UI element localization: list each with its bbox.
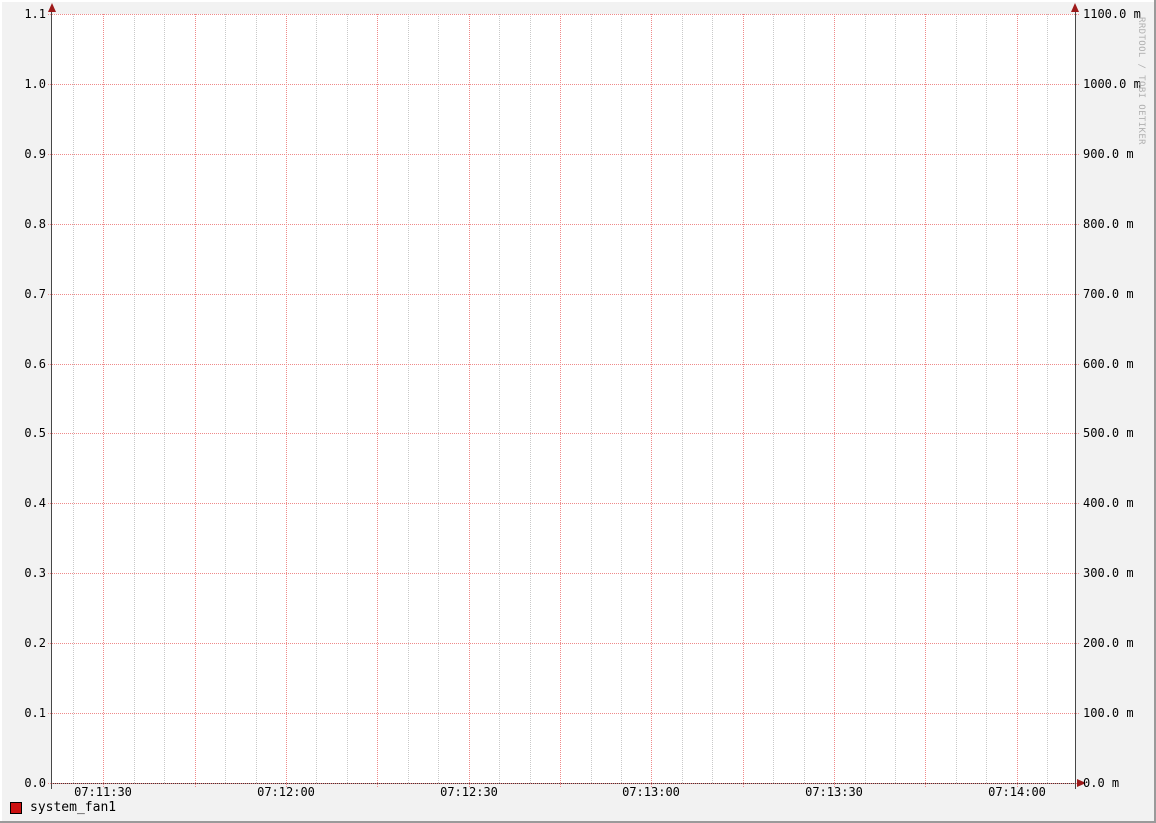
y-axis-left-tick-label: 0.0: [24, 776, 46, 790]
grid-vline-major: [925, 14, 926, 787]
grid-vline-minor: [773, 14, 774, 783]
y-axis-right-tick-label: 800.0 m: [1083, 217, 1134, 231]
grid-vline-major: [377, 14, 378, 787]
grid-vline-major: [651, 14, 652, 787]
grid-vline-minor: [865, 14, 866, 783]
legend-swatch-icon: [10, 802, 22, 814]
grid-vline-minor: [73, 14, 74, 783]
grid-vline-minor: [682, 14, 683, 783]
grid-hline-major: [48, 573, 1079, 574]
y-axis-right-tick-label: 900.0 m: [1083, 147, 1134, 161]
bevel-left: [0, 0, 2, 823]
y-axis-left-tick-label: 0.3: [24, 566, 46, 580]
grid-vline-minor: [164, 14, 165, 783]
grid-vline-minor: [256, 14, 257, 783]
y-axis-left-tick-label: 1.1: [24, 7, 46, 21]
y-axis-left-tick-label: 0.9: [24, 147, 46, 161]
grid-vline-major: [1017, 14, 1018, 787]
y-axis-left-line: [51, 9, 52, 789]
grid-vline-major: [195, 14, 196, 787]
grid-hline-major: [48, 224, 1079, 225]
plot-area: [52, 14, 1075, 783]
x-axis-tick-label: 07:12:30: [440, 785, 498, 799]
grid-vline-minor: [438, 14, 439, 783]
y-axis-right-tick-label: 0.0 m: [1083, 776, 1120, 790]
watermark-text: RRDTOOL / TOBI OETIKER: [1136, 17, 1146, 146]
x-axis-tick-label: 07:12:00: [257, 785, 315, 799]
grid-vline-minor: [621, 14, 622, 783]
x-axis-tick-label: 07:13:00: [622, 785, 680, 799]
y-axis-right-tick-label: 500.0 m: [1083, 426, 1134, 440]
y-axis-left-tick-label: 0.5: [24, 426, 46, 440]
x-axis-tick-label: 07:14:00: [988, 785, 1046, 799]
grid-vline-major: [469, 14, 470, 787]
grid-vline-minor: [134, 14, 135, 783]
grid-vline-minor: [408, 14, 409, 783]
x-axis-tick-label: 07:13:30: [805, 785, 863, 799]
grid-hline-major: [48, 783, 1079, 784]
grid-hline-major: [48, 84, 1079, 85]
legend-label: system_fan1: [30, 800, 117, 815]
bevel-top: [0, 0, 1156, 2]
y-axis-left-tick-label: 0.7: [24, 287, 46, 301]
grid-vline-major: [103, 14, 104, 787]
grid-vline-minor: [712, 14, 713, 783]
y-axis-right-tick-label: 300.0 m: [1083, 566, 1134, 580]
grid-hline-major: [48, 503, 1079, 504]
y-axis-left-arrow-icon: [48, 3, 56, 12]
grid-hline-major: [48, 713, 1079, 714]
y-axis-right-tick-label: 600.0 m: [1083, 357, 1134, 371]
grid-vline-minor: [956, 14, 957, 783]
grid-vline-minor: [499, 14, 500, 783]
y-axis-left-tick-label: 0.2: [24, 636, 46, 650]
grid-vline-minor: [316, 14, 317, 783]
grid-vline-minor: [591, 14, 592, 783]
x-axis-tick-label: 07:11:30: [74, 785, 132, 799]
grid-vline-major: [560, 14, 561, 787]
grid-hline-major: [48, 433, 1079, 434]
y-axis-left-tick-label: 0.1: [24, 706, 46, 720]
y-axis-right-tick-label: 100.0 m: [1083, 706, 1134, 720]
grid-hline-major: [48, 643, 1079, 644]
grid-vline-major: [834, 14, 835, 787]
grid-vline-major: [286, 14, 287, 787]
grid-vline-minor: [895, 14, 896, 783]
grid-hline-major: [48, 294, 1079, 295]
grid-hline-major: [48, 154, 1079, 155]
grid-vline-minor: [804, 14, 805, 783]
grid-vline-minor: [225, 14, 226, 783]
y-axis-right-tick-label: 400.0 m: [1083, 496, 1134, 510]
y-axis-left-tick-label: 0.6: [24, 357, 46, 371]
y-axis-left-tick-label: 1.0: [24, 77, 46, 91]
y-axis-right-line: [1075, 9, 1076, 789]
rrdtool-graph: 1.1 1100.0 m 1.0 1000.0 m 0.9 900.0 m 0.8 800.0…: [0, 0, 1156, 823]
y-axis-right-tick-label: 200.0 m: [1083, 636, 1134, 650]
grid-vline-minor: [986, 14, 987, 783]
grid-vline-minor: [347, 14, 348, 783]
y-axis-right-tick-label: 700.0 m: [1083, 287, 1134, 301]
grid-vline-minor: [530, 14, 531, 783]
y-axis-left-tick-label: 0.4: [24, 496, 46, 510]
y-axis-right-arrow-icon: [1071, 3, 1079, 12]
grid-hline-major: [48, 14, 1079, 15]
grid-vline-minor: [1047, 14, 1048, 783]
grid-vline-major: [743, 14, 744, 787]
y-axis-left-tick-label: 0.8: [24, 217, 46, 231]
grid-hline-major: [48, 364, 1079, 365]
